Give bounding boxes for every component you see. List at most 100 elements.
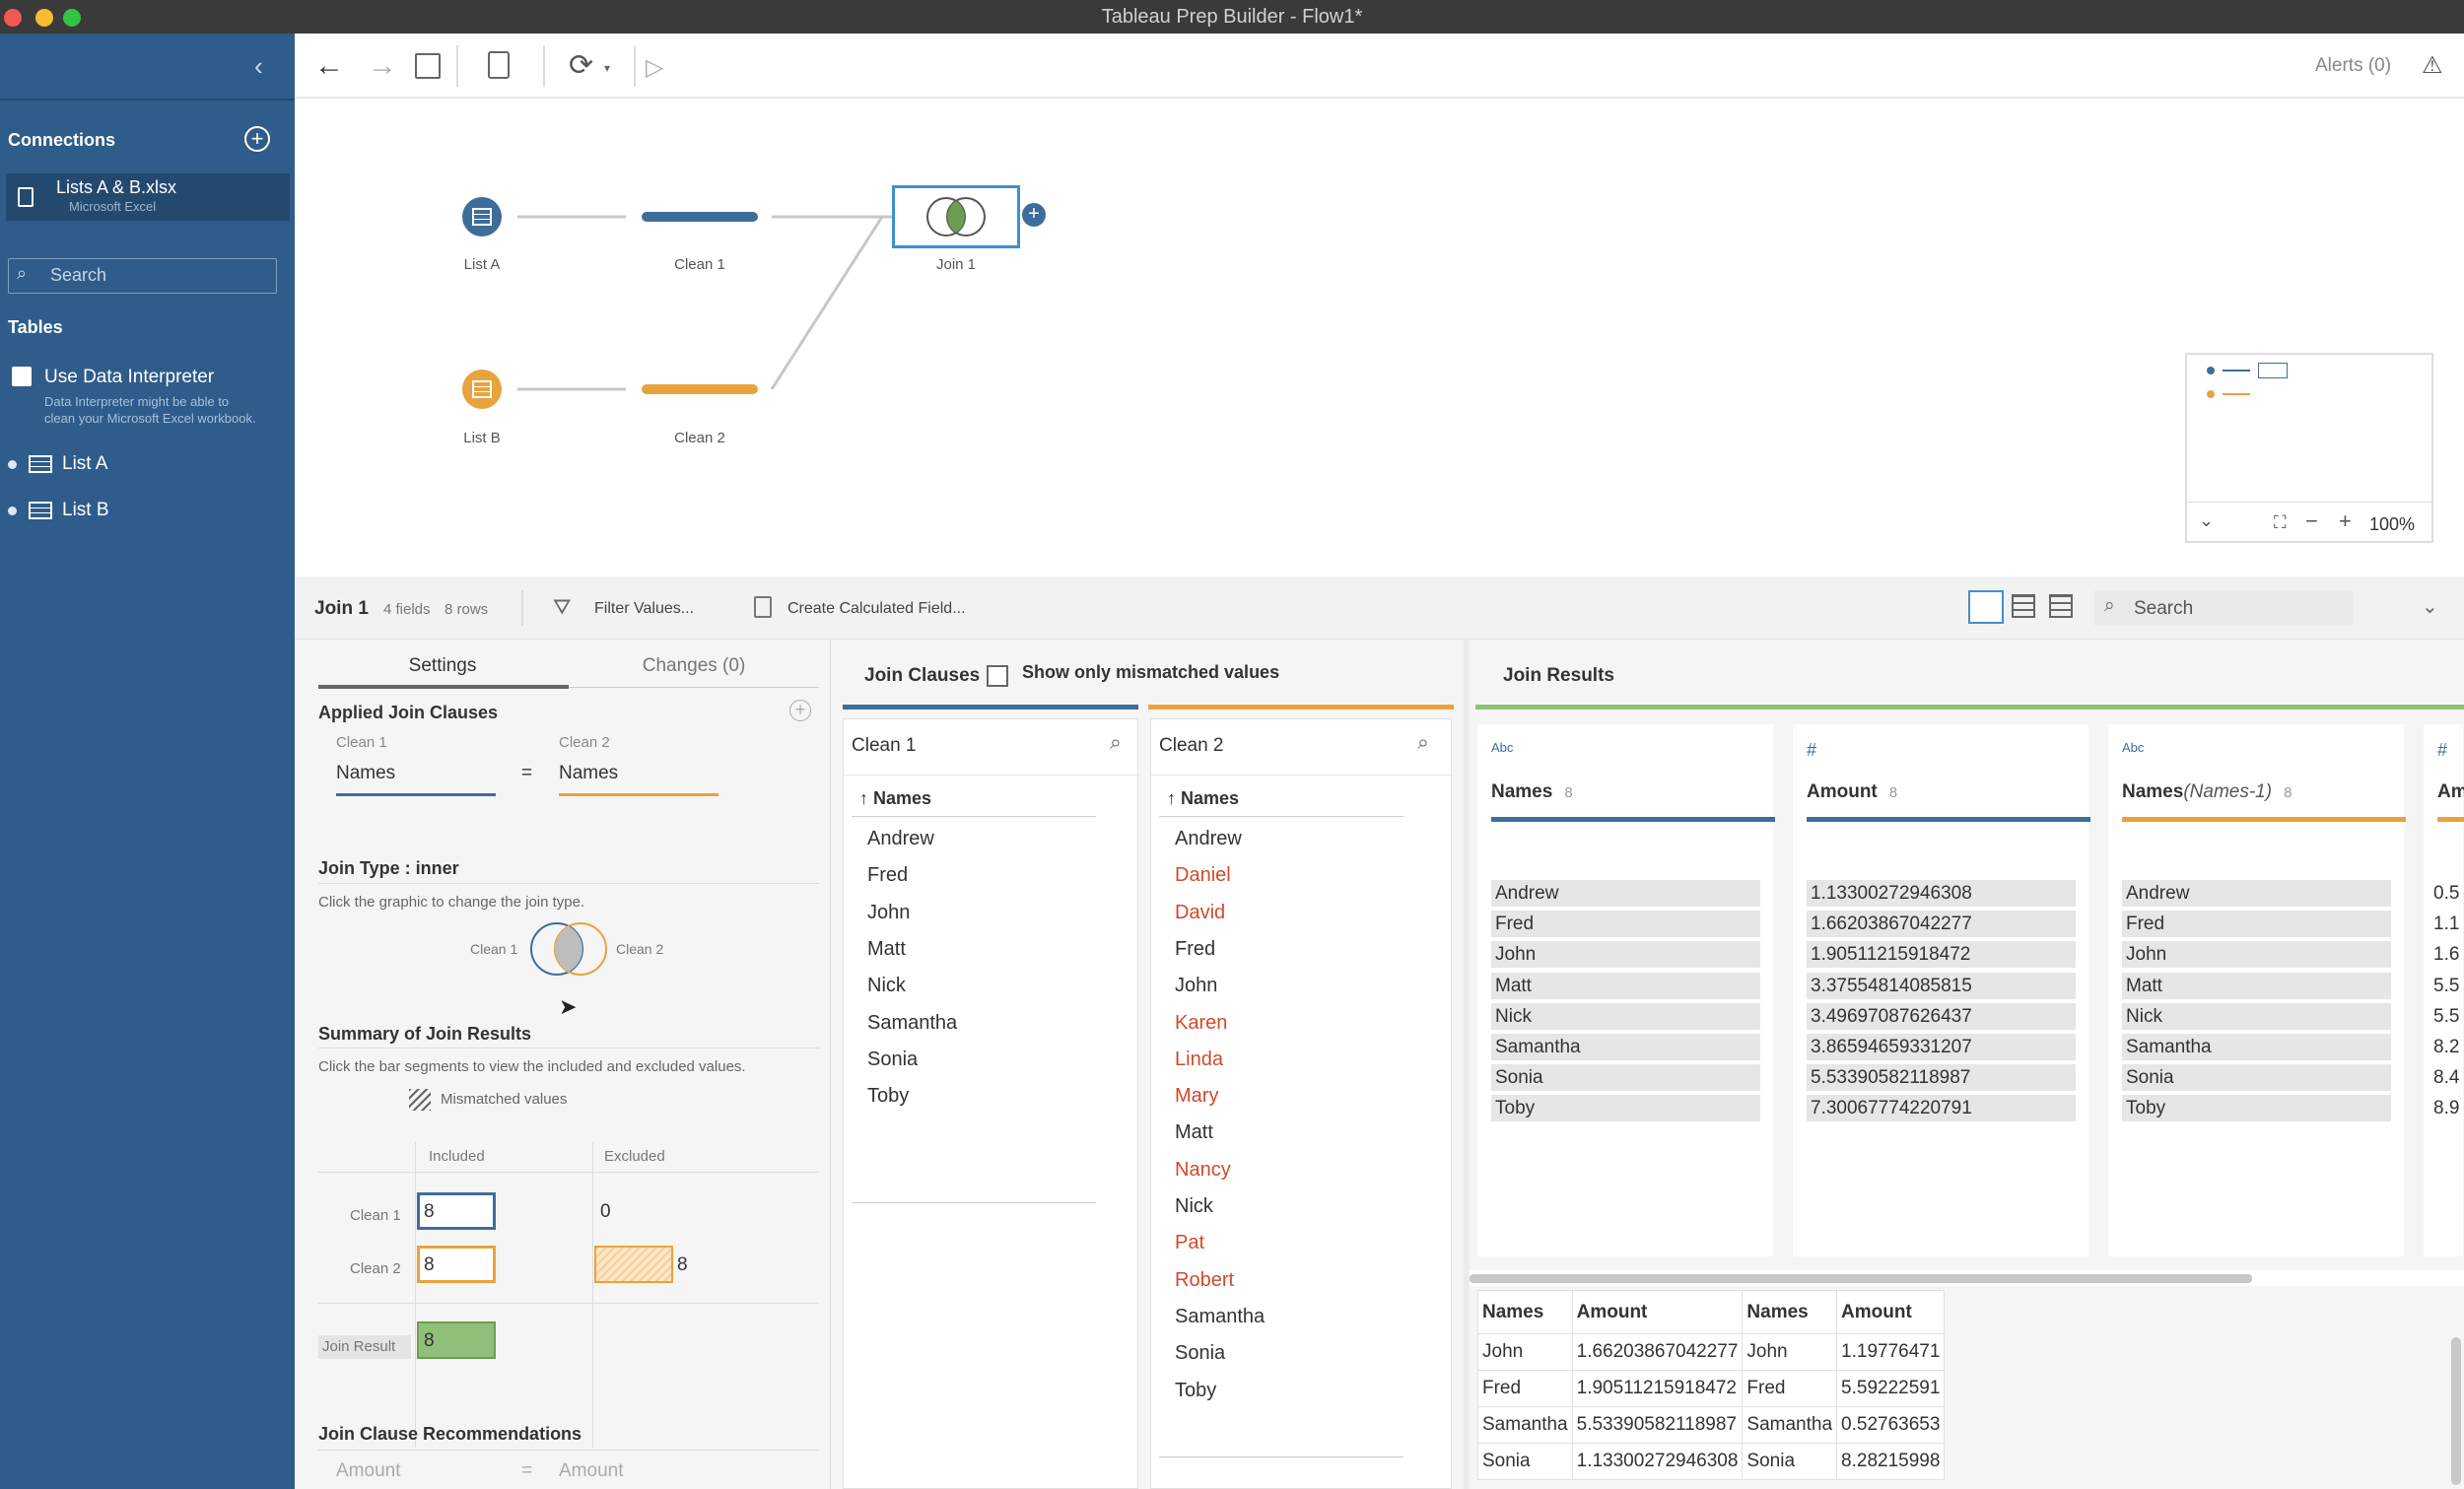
list-item[interactable]: John xyxy=(867,902,910,924)
list-view-icon[interactable] xyxy=(2049,594,2073,618)
list-item-mismatched[interactable]: Robert xyxy=(1175,1269,1234,1292)
list-item[interactable]: Sonia xyxy=(867,1049,918,1071)
data-source-icon[interactable] xyxy=(488,51,510,79)
filter-values-button[interactable]: Filter Values... xyxy=(594,600,694,618)
list-a-node[interactable] xyxy=(462,197,502,237)
list-item[interactable]: Samantha xyxy=(867,1012,957,1035)
field-name[interactable]: Amount 8 xyxy=(1807,781,1897,803)
value-cell[interactable]: 3.37554814085815 xyxy=(1807,972,2076,999)
table-row[interactable]: Sonia 1.13300272946308 Sonia 8.28215998 xyxy=(1477,1443,1946,1480)
use-data-interpreter-checkbox[interactable] xyxy=(12,367,32,386)
flow-canvas[interactable]: List A Clean 1 + Join 1 List B Clean 2 ⌄… xyxy=(295,99,2464,576)
value-cell[interactable]: Fred xyxy=(1491,911,1760,938)
value-cell[interactable]: 5.5 xyxy=(2430,972,2459,999)
forward-arrow-icon[interactable]: → xyxy=(368,51,397,81)
back-arrow-icon[interactable]: ← xyxy=(314,51,344,81)
table-row[interactable]: Fred 1.90511215918472 Fred 5.59222591 xyxy=(1477,1370,1946,1407)
profile-card[interactable]: Abc Names 8 Andrew Fred John Matt Nick Samantha S… xyxy=(1477,724,1775,1256)
grid-header[interactable]: Names xyxy=(1477,1290,1573,1334)
value-cell[interactable]: John xyxy=(1491,941,1760,969)
value-cell[interactable]: Toby xyxy=(2122,1095,2391,1122)
field-name[interactable]: Names(Names-1) 8 xyxy=(2122,781,2292,803)
value-cell[interactable]: 1.66203867042277 xyxy=(1807,911,2076,938)
value-cell[interactable]: Samantha xyxy=(2122,1034,2391,1060)
search-icon[interactable]: ⌕ xyxy=(1417,731,1429,755)
value-cell[interactable]: 1.90511215918472 xyxy=(1807,941,2076,969)
value-cell[interactable]: Andrew xyxy=(2122,880,2391,907)
list-item[interactable]: Andrew xyxy=(1175,828,1242,850)
value-cell[interactable]: 7.30067774220791 xyxy=(1807,1095,2076,1122)
clause-right-field[interactable]: Names xyxy=(559,763,618,784)
rec-right-field[interactable]: Amount xyxy=(559,1460,623,1482)
list-item[interactable]: Toby xyxy=(1175,1380,1216,1402)
table-view-icon[interactable] xyxy=(2012,594,2035,618)
table-row[interactable]: Samantha 5.53390582118987 Samantha 0.527636… xyxy=(1477,1406,1946,1444)
list-item-mismatched[interactable]: Daniel xyxy=(1175,864,1231,887)
clean-1-excluded-value[interactable]: 0 xyxy=(600,1201,611,1223)
value-cell[interactable]: 3.49697087626437 xyxy=(1807,1002,2076,1030)
value-cell[interactable]: Nick xyxy=(2122,1002,2391,1030)
clean-2-excluded-bar[interactable] xyxy=(594,1246,673,1283)
add-clause-icon[interactable]: + xyxy=(789,700,811,721)
profile-card[interactable]: Abc Names(Names-1) 8 Andrew Fred John Matt Nick… xyxy=(2108,724,2406,1256)
rec-left-field[interactable]: Amount xyxy=(336,1460,400,1482)
clean-2-values-list[interactable]: Clean 2 ⌕ ↑ Names Andrew Daniel David Fred J… xyxy=(1150,718,1453,1489)
value-cell[interactable]: 5.5 xyxy=(2430,1002,2459,1030)
tab-settings[interactable]: Settings xyxy=(318,655,567,677)
chevron-down-icon[interactable]: ⌄ xyxy=(2422,594,2438,619)
grid-header[interactable]: Amount xyxy=(1836,1290,1946,1334)
fit-to-screen-icon[interactable]: ⛶ xyxy=(2274,512,2287,533)
column-header[interactable]: ↑ Names xyxy=(859,788,931,809)
value-cell[interactable]: Andrew xyxy=(1491,880,1760,907)
profile-view-icon[interactable] xyxy=(1968,590,2004,624)
list-item-mismatched[interactable]: Karen xyxy=(1175,1012,1227,1035)
sidebar-search-input[interactable]: ⌕ Search xyxy=(8,258,277,294)
profile-card[interactable]: # Am 0.5 1.1 1.6 5.5 5.5 8.2 8.4 8.9 xyxy=(2424,724,2464,1256)
list-item[interactable]: Samantha xyxy=(1175,1306,1265,1328)
calculated-field-icon[interactable] xyxy=(754,596,772,618)
grid-header[interactable]: Names xyxy=(1742,1290,1838,1334)
value-cell[interactable]: 8.2 xyxy=(2430,1034,2459,1060)
add-connection-icon[interactable]: + xyxy=(244,126,270,152)
value-cell[interactable]: John xyxy=(2122,941,2391,969)
alerts-label[interactable]: Alerts (0) xyxy=(2315,55,2391,77)
column-header[interactable]: ↑ Names xyxy=(1167,788,1239,809)
value-cell[interactable]: Sonia xyxy=(1491,1064,1760,1092)
minimap[interactable]: ⌄ ⛶ − + 100% xyxy=(2185,353,2433,543)
minimap-collapse-icon[interactable]: ⌄ xyxy=(2199,510,2214,531)
value-cell[interactable]: 1.6 xyxy=(2430,941,2459,969)
value-cell[interactable]: 5.53390582118987 xyxy=(1807,1064,2076,1092)
list-item[interactable]: Fred xyxy=(867,864,908,887)
filter-icon[interactable]: ⛛ xyxy=(553,594,571,620)
table-row[interactable]: John 1.66203867042277 John 1.19776471 xyxy=(1477,1333,1946,1371)
connection-item[interactable]: Lists A & B.xlsx Microsoft Excel xyxy=(6,173,290,221)
list-item[interactable]: Andrew xyxy=(867,828,934,850)
add-step-icon[interactable]: + xyxy=(1022,203,1046,227)
tab-changes[interactable]: Changes (0) xyxy=(569,655,819,677)
list-item[interactable]: Matt xyxy=(1175,1121,1213,1144)
value-cell[interactable]: 1.1 xyxy=(2430,911,2459,938)
save-icon[interactable] xyxy=(415,53,441,79)
list-item-mismatched[interactable]: Pat xyxy=(1175,1232,1204,1254)
value-cell[interactable]: Matt xyxy=(1491,972,1760,999)
search-icon[interactable]: ⌕ xyxy=(1110,731,1122,755)
clean-2-included-bar[interactable]: 8 xyxy=(417,1246,496,1283)
list-item-mismatched[interactable]: David xyxy=(1175,902,1225,924)
value-cell[interactable]: 3.86594659331207 xyxy=(1807,1034,2076,1060)
grid-header[interactable]: Amount xyxy=(1571,1290,1744,1334)
profile-card[interactable]: # Amount 8 1.13300272946308 1.66203867042277… xyxy=(1793,724,2090,1256)
clean-1-included-bar[interactable]: 8 xyxy=(417,1192,496,1230)
field-name[interactable]: Am xyxy=(2437,781,2464,803)
results-data-grid[interactable]: Names Amount Names Amount John 1.66203867042… xyxy=(1477,1290,1946,1480)
field-name[interactable]: Names 8 xyxy=(1491,781,1573,803)
clause-left-field[interactable]: Names xyxy=(336,763,395,784)
sidebar-item-list-a[interactable]: List A xyxy=(8,453,107,475)
value-cell[interactable]: Samantha xyxy=(1491,1034,1760,1060)
list-b-node[interactable] xyxy=(462,370,502,409)
clean-2-node[interactable] xyxy=(642,384,758,394)
horizontal-scrollbar[interactable] xyxy=(1470,1270,2464,1286)
clean-1-values-list[interactable]: Clean 1 ⌕ ↑ Names Andrew Fred John Matt Nick… xyxy=(843,718,1139,1489)
value-cell[interactable]: Matt xyxy=(2122,972,2391,999)
list-item[interactable]: Fred xyxy=(1175,938,1215,961)
value-cell[interactable]: 0.5 xyxy=(2430,880,2459,907)
